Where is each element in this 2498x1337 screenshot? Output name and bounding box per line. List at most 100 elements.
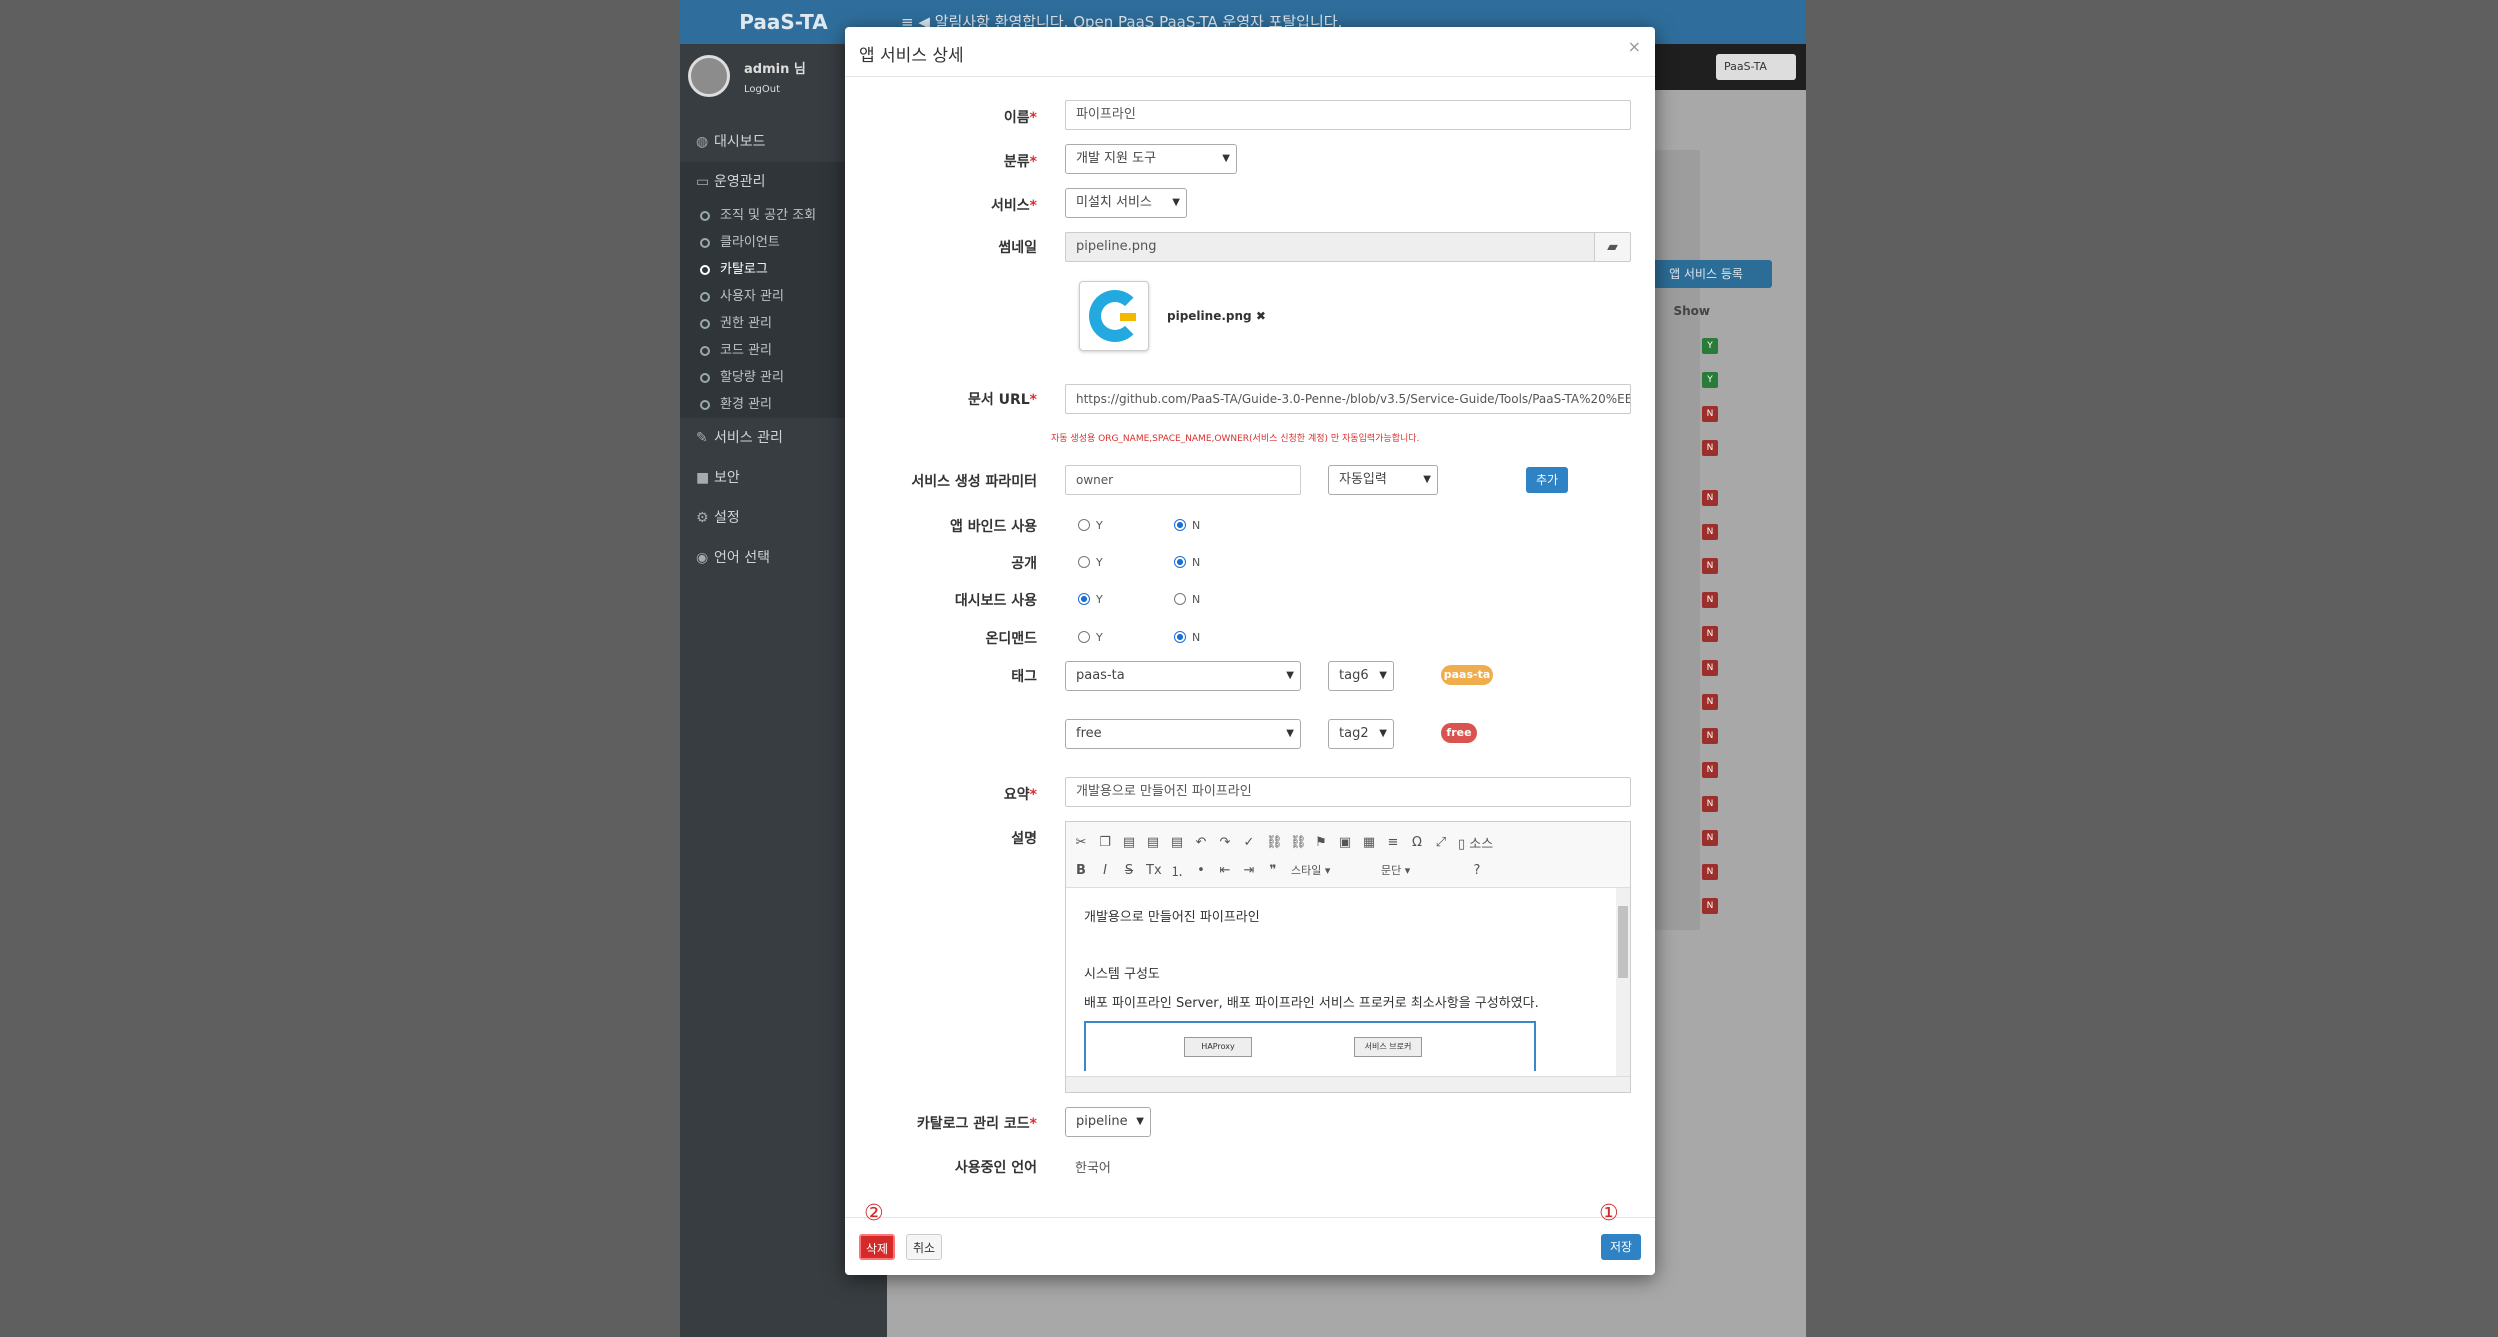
chevron-down-icon: ▼ — [1136, 1116, 1144, 1127]
image-icon[interactable]: ▣ — [1338, 835, 1352, 850]
tag-color-select[interactable]: tag6 ▼ — [1328, 661, 1394, 691]
modal-title: 앱 서비스 상세 — [845, 27, 1655, 77]
link-icon[interactable]: ⛓ — [1266, 835, 1283, 850]
indent-icon[interactable]: ⇥ — [1242, 863, 1256, 878]
architecture-diagram: HAProxy 서비스 브로커 — [1084, 1021, 1536, 1071]
save-button[interactable]: 저장 — [1601, 1234, 1641, 1260]
tag-color-select[interactable]: tag2 ▼ — [1328, 719, 1394, 749]
chevron-down-icon: ▼ — [1286, 728, 1294, 739]
editor-resize-bar[interactable] — [1066, 1076, 1630, 1092]
editor-content[interactable]: 개발용으로 만들어진 파이프라인 시스템 구성도 배포 파이프라인 Server… — [1066, 888, 1616, 1076]
catalog-code-select[interactable]: pipeline ▼ — [1065, 1107, 1151, 1137]
description-label: 설명 — [1011, 831, 1037, 847]
language-label: 사용중인 언어 — [954, 1160, 1037, 1176]
service-label: 서비스* — [991, 198, 1037, 214]
chevron-down-icon: ▼ — [1172, 197, 1180, 208]
chevron-down-icon: ▼ — [1379, 728, 1387, 739]
chevron-down-icon: ▼ — [1379, 670, 1387, 681]
undo-icon[interactable]: ↶ — [1194, 835, 1208, 850]
dashboard-label: 대시보드 사용 — [954, 593, 1037, 609]
bold-icon[interactable]: B — [1074, 863, 1088, 878]
bind-yes-radio[interactable]: Y — [1078, 519, 1103, 533]
catalog-code-label: 카탈로그 관리 코드* — [916, 1116, 1037, 1132]
remove-format-icon[interactable]: Tx — [1146, 863, 1162, 878]
tag-name-select[interactable]: free ▼ — [1065, 719, 1301, 749]
format-select[interactable]: 문단 ▾ — [1380, 861, 1460, 879]
summary-label: 요약* — [1003, 787, 1037, 803]
service-select[interactable]: 미설치 서비스 ▼ — [1065, 188, 1187, 218]
strike-icon[interactable]: S — [1122, 863, 1136, 878]
param-label: 서비스 생성 파라미터 — [911, 474, 1037, 490]
ondemand-yes-radio[interactable]: Y — [1078, 631, 1103, 645]
thumbnail-input[interactable]: pipeline.png ▰ — [1065, 232, 1631, 262]
paste-icon[interactable]: ▤ — [1122, 835, 1136, 850]
horizontal-line-icon[interactable]: ≡ — [1386, 835, 1400, 850]
delete-button[interactable]: 삭제 — [859, 1234, 895, 1260]
tag-name-select[interactable]: paas-ta ▼ — [1065, 661, 1301, 691]
paste-word-icon[interactable]: ▤ — [1170, 835, 1184, 850]
public-no-radio[interactable]: N — [1174, 556, 1200, 570]
tag-badge: free — [1441, 723, 1477, 743]
folder-open-icon[interactable]: ▰ — [1594, 233, 1630, 261]
ondemand-no-radio[interactable]: N — [1174, 631, 1200, 645]
summary-input[interactable]: 개발용으로 만들어진 파이프라인 — [1065, 777, 1631, 807]
description-editor[interactable]: ✂ ❐ ▤ ▤ ▤ ↶ ↷ ✓ ⛓ ⛓ ⚑ ▣ ▦ ≡ Ω ⤢ ▯ 소스 B I — [1065, 821, 1631, 1093]
doc-url-label: 문서 URL* — [967, 392, 1037, 408]
cut-icon[interactable]: ✂ — [1074, 835, 1088, 850]
name-label: 이름* — [1003, 110, 1037, 126]
copy-icon[interactable]: ❐ — [1098, 835, 1112, 850]
outdent-icon[interactable]: ⇤ — [1218, 863, 1232, 878]
editor-line: 시스템 구성도 — [1084, 967, 1160, 982]
bind-label: 앱 바인드 사용 — [949, 519, 1037, 535]
dashboard-no-radio[interactable]: N — [1174, 593, 1200, 607]
thumbnail-preview — [1079, 281, 1149, 351]
special-char-icon[interactable]: Ω — [1410, 835, 1424, 850]
chevron-down-icon: ▼ — [1222, 153, 1230, 164]
dashboard-yes-radio[interactable]: Y — [1078, 593, 1103, 607]
param-mode-select[interactable]: 자동입력 ▼ — [1328, 465, 1438, 495]
table-icon[interactable]: ▦ — [1362, 835, 1376, 850]
category-label: 분류* — [1003, 154, 1037, 170]
numbered-list-icon[interactable]: ⒈ — [1170, 861, 1184, 880]
unlink-icon[interactable]: ⛓ — [1290, 835, 1307, 850]
public-yes-radio[interactable]: Y — [1078, 556, 1103, 570]
modal-footer-divider — [845, 1217, 1655, 1218]
redo-icon[interactable]: ↷ — [1218, 835, 1232, 850]
bind-no-radio[interactable]: N — [1174, 519, 1200, 533]
help-icon[interactable]: ? — [1470, 863, 1484, 878]
spellcheck-icon[interactable]: ✓ — [1242, 835, 1256, 850]
language-value: 한국어 — [1075, 1161, 1111, 1176]
close-icon[interactable]: × — [1628, 37, 1641, 56]
callout-number: ② — [864, 1201, 884, 1226]
maximize-icon[interactable]: ⤢ — [1434, 835, 1448, 850]
thumbnail-filename: pipeline.png ✖ — [1167, 309, 1266, 323]
doc-url-input[interactable]: https://github.com/PaaS-TA/Guide-3.0-Pen… — [1065, 384, 1631, 414]
italic-icon[interactable]: I — [1098, 863, 1112, 878]
param-input[interactable]: owner — [1065, 465, 1301, 495]
remove-icon[interactable]: ✖ — [1256, 309, 1266, 323]
source-button[interactable]: ▯ 소스 — [1458, 833, 1493, 852]
blockquote-icon[interactable]: ❞ — [1266, 863, 1280, 878]
diagram-box: 서비스 브로커 — [1354, 1037, 1422, 1057]
anchor-flag-icon[interactable]: ⚑ — [1314, 835, 1328, 850]
public-label: 공개 — [1011, 556, 1037, 572]
editor-toolbar: ✂ ❐ ▤ ▤ ▤ ↶ ↷ ✓ ⛓ ⛓ ⚑ ▣ ▦ ≡ Ω ⤢ ▯ 소스 B I — [1066, 822, 1630, 888]
app-service-detail-modal: 앱 서비스 상세 × 이름* 파이프라인 분류* 개발 지원 도구 ▼ 서비스* … — [845, 27, 1655, 1275]
callout-number: ① — [1599, 1201, 1619, 1226]
bullet-list-icon[interactable]: • — [1194, 863, 1208, 878]
chevron-down-icon: ▼ — [1423, 474, 1431, 485]
editor-line: 개발용으로 만들어진 파이프라인 — [1084, 910, 1260, 925]
tag-label: 태그 — [1011, 669, 1037, 685]
category-select[interactable]: 개발 지원 도구 ▼ — [1065, 144, 1237, 174]
add-param-button[interactable]: 추가 — [1526, 467, 1568, 493]
thumbnail-label: 썸네일 — [998, 240, 1037, 256]
editor-scrollbar[interactable] — [1616, 888, 1630, 1076]
ondemand-label: 온디맨드 — [985, 631, 1037, 647]
doc-url-hint: 자동 생성용 ORG_NAME,SPACE_NAME,OWNER(서비스 신청한… — [1051, 434, 1420, 444]
paste-text-icon[interactable]: ▤ — [1146, 835, 1160, 850]
name-input[interactable]: 파이프라인 — [1065, 100, 1631, 130]
cancel-button[interactable]: 취소 — [906, 1234, 942, 1260]
tag-badge: paas-ta — [1441, 665, 1493, 685]
diagram-box: HAProxy — [1184, 1037, 1252, 1057]
style-select[interactable]: 스타일 ▾ — [1290, 861, 1370, 879]
